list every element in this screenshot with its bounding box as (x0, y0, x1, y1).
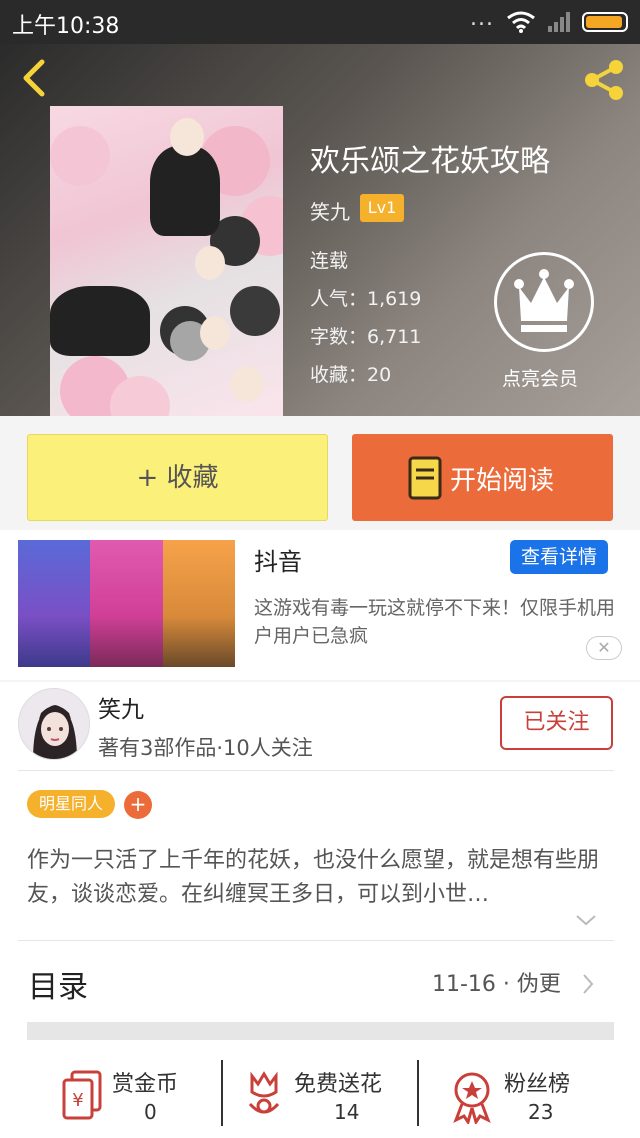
chevron-right-icon[interactable] (580, 972, 596, 996)
start-reading-button[interactable]: 开始阅读 (352, 434, 613, 521)
separator (221, 1060, 223, 1126)
fan-ranking-button[interactable]: 粉丝榜 23 (420, 1052, 640, 1138)
vip-label[interactable]: 点亮会员 (502, 364, 578, 391)
collect-button[interactable]: + 收藏 (27, 434, 328, 521)
bottom-action-bar: ¥ 赏金币 0 免费送花 14 粉丝榜 23 (0, 1052, 640, 1138)
author-card: 笑九 著有3部作品·10人关注 已关注 明星同人 + 作为一只活了上千年的花妖，… (0, 682, 640, 1092)
ad-title[interactable]: 抖音 (254, 542, 302, 577)
wifi-icon (507, 11, 535, 33)
ad-image[interactable] (18, 540, 235, 667)
ad-details-button[interactable]: 查看详情 (510, 540, 608, 574)
status-bar: 上午10:38 ... (0, 0, 640, 44)
book-icon (408, 456, 442, 500)
signal-icon (548, 12, 570, 32)
genre-tag[interactable]: 明星同人 (27, 790, 115, 818)
send-flower-button[interactable]: 免费送花 14 (224, 1052, 416, 1138)
book-favorites: 收藏：20 (310, 364, 392, 386)
add-tag-button[interactable]: + (124, 791, 152, 819)
reward-coins-label: 赏金币 (112, 1072, 179, 1097)
ad-description[interactable]: 这游戏有毒一玩这就停不下来！仅限手机用户用户已急疯 (254, 594, 624, 650)
svg-text:¥: ¥ (72, 1090, 83, 1111)
follow-button[interactable]: 已关注 (500, 696, 613, 750)
author-stats: 著有3部作品·10人关注 (98, 736, 313, 760)
divider (18, 940, 614, 941)
status-time: 上午10:38 (12, 14, 120, 39)
send-flower-label: 免费送花 (294, 1072, 383, 1097)
book-popularity: 人气：1,619 (310, 288, 422, 310)
book-word-count: 字数：6,711 (310, 326, 422, 348)
book-author[interactable]: 笑九 (310, 196, 350, 225)
fan-ranking-count: 23 (528, 1100, 554, 1124)
toc-latest-update[interactable]: 11-16 · 伪更 (432, 966, 561, 998)
separator (417, 1060, 419, 1126)
flower-icon (248, 1071, 280, 1114)
notification-dots: ... (470, 6, 494, 31)
book-cover-image[interactable] (50, 106, 283, 416)
book-header: 欢乐颂之花妖攻略 笑九 Lv1 连载 人气：1,619 字数：6,711 收藏：… (0, 44, 640, 416)
back-arrow-icon[interactable] (16, 58, 56, 98)
toc-label[interactable]: 目录 (28, 962, 88, 1006)
author-name[interactable]: 笑九 (98, 690, 144, 724)
author-avatar[interactable] (18, 688, 90, 760)
start-reading-label: 开始阅读 (450, 466, 555, 496)
book-status: 连载 (310, 250, 349, 272)
red-envelope-icon: ¥ (62, 1070, 102, 1120)
divider (18, 770, 614, 771)
vip-button[interactable] (494, 252, 594, 352)
ad-close-icon[interactable]: ✕ (586, 636, 622, 660)
battery-icon (582, 12, 628, 32)
reward-coins-count: 0 (144, 1100, 157, 1124)
book-title: 欢乐颂之花妖攻略 (310, 144, 550, 179)
fan-ranking-label: 粉丝榜 (504, 1072, 571, 1097)
medal-icon (453, 1072, 491, 1124)
chevron-down-icon[interactable] (574, 912, 598, 928)
send-flower-count: 14 (334, 1100, 360, 1124)
synopsis-text[interactable]: 作为一只活了上千年的花妖，也没什么愿望，就是想有些朋友，谈谈恋爱。在纠缠冥王多日… (27, 844, 617, 912)
section-divider-bar (27, 1022, 614, 1040)
ad-banner[interactable]: 抖音 查看详情 这游戏有毒一玩这就停不下来！仅限手机用户用户已急疯 ✕ (0, 530, 640, 680)
crown-icon (514, 269, 574, 332)
level-badge: Lv1 (360, 194, 404, 222)
share-icon[interactable] (580, 58, 628, 102)
reward-coins-button[interactable]: ¥ 赏金币 0 (0, 1052, 220, 1138)
